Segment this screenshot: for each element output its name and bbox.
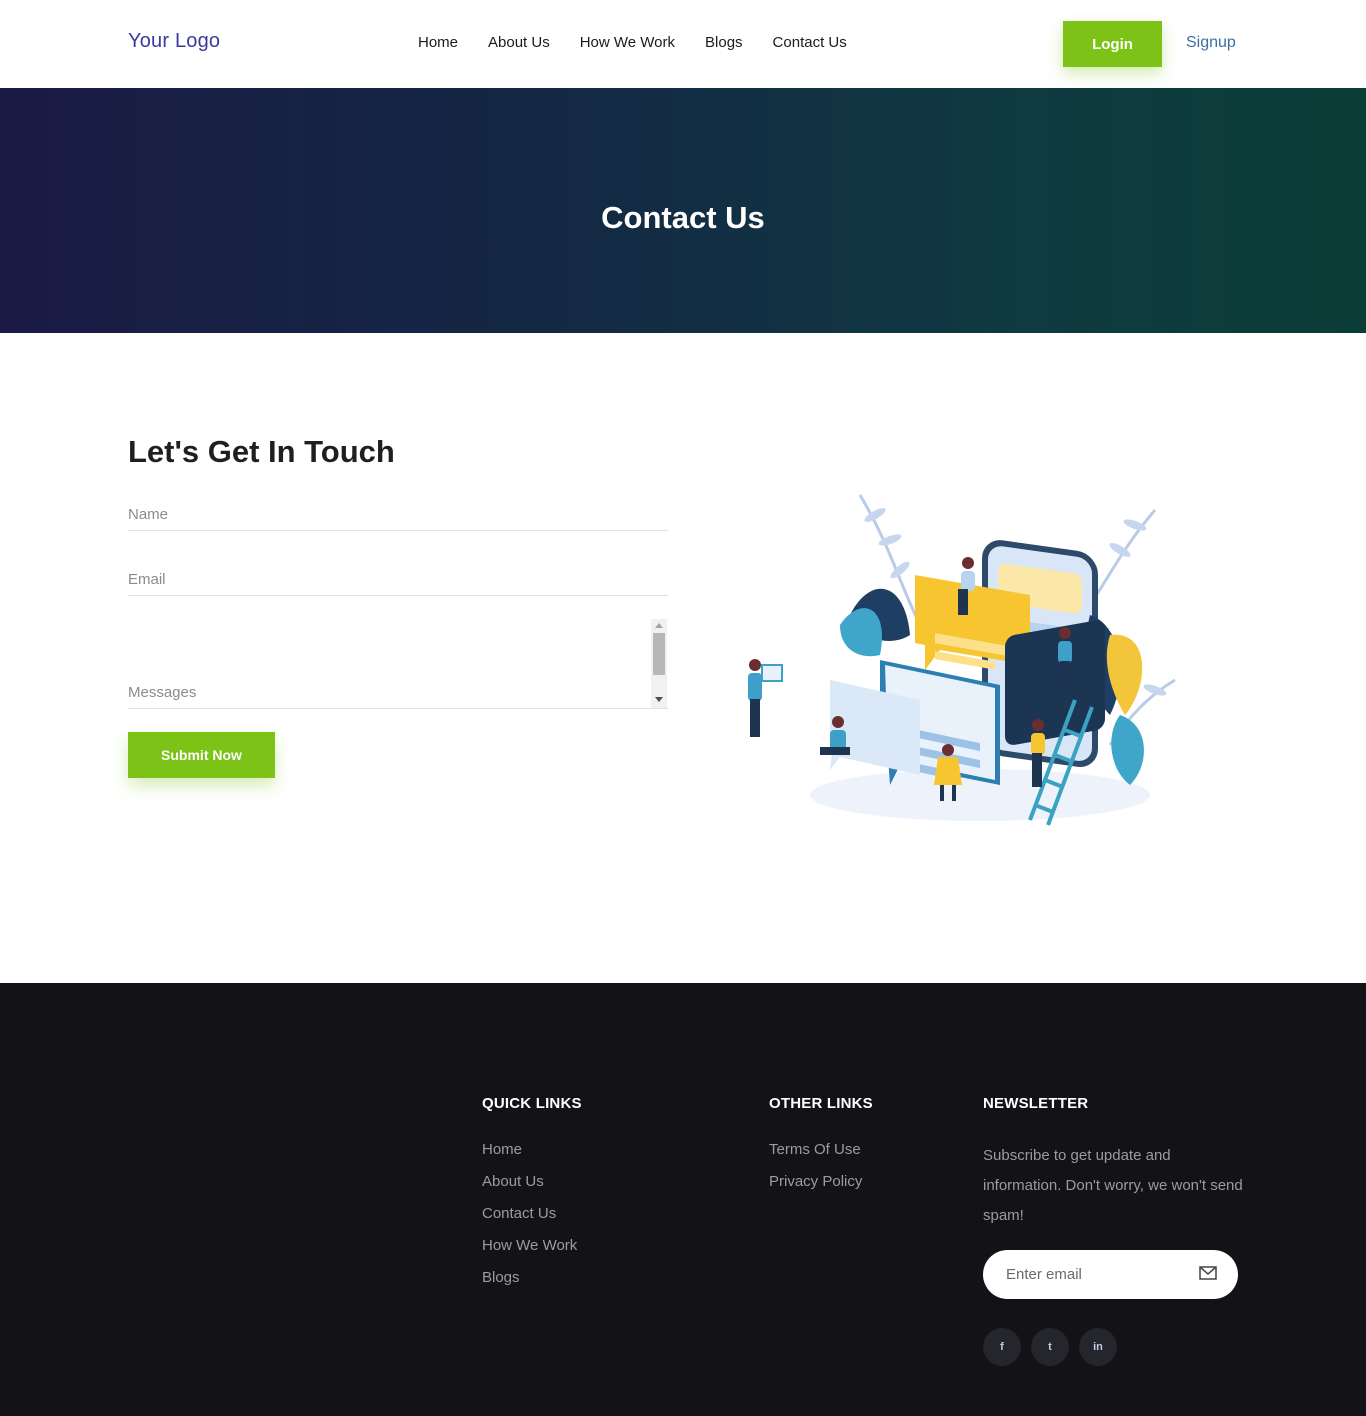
footer-link-blogs[interactable]: Blogs	[482, 1269, 520, 1286]
site-header: Your Logo Home About Us How We Work Blog…	[0, 0, 1366, 88]
site-footer: QUICK LINKS Home About Us Contact Us How…	[0, 983, 1366, 1416]
footer-link-how-we-work[interactable]: How We Work	[482, 1237, 577, 1254]
page-title: Contact Us	[601, 200, 765, 235]
message-scrollbar[interactable]	[651, 619, 667, 708]
scroll-thumb[interactable]	[653, 633, 665, 675]
twitter-icon[interactable]: t	[1031, 1328, 1069, 1366]
quick-links-heading: QUICK LINKS	[482, 1095, 582, 1112]
nav-contact-us[interactable]: Contact Us	[773, 34, 847, 51]
newsletter-heading: NEWSLETTER	[983, 1095, 1089, 1112]
footer-link-privacy[interactable]: Privacy Policy	[769, 1173, 862, 1190]
main-nav: Home About Us How We Work Blogs Contact …	[418, 34, 847, 51]
nav-how-we-work[interactable]: How We Work	[580, 34, 675, 51]
newsletter-text: Subscribe to get update and information.…	[983, 1147, 1243, 1224]
other-links-heading: OTHER LINKS	[769, 1095, 873, 1112]
site-logo[interactable]: Your Logo	[128, 30, 220, 53]
facebook-icon[interactable]: f	[983, 1328, 1021, 1366]
message-field[interactable]	[128, 618, 668, 709]
nav-about-us[interactable]: About Us	[488, 34, 550, 51]
scroll-down-icon[interactable]	[655, 697, 663, 702]
newsletter-form	[983, 1250, 1238, 1299]
footer-link-terms[interactable]: Terms Of Use	[769, 1141, 861, 1158]
nav-blogs[interactable]: Blogs	[705, 34, 743, 51]
footer-link-contact-us[interactable]: Contact Us	[482, 1205, 556, 1222]
contact-heading: Let's Get In Touch	[128, 434, 395, 469]
submit-button[interactable]: Submit Now	[128, 732, 275, 778]
scroll-up-icon[interactable]	[655, 623, 663, 628]
newsletter-email-input[interactable]	[1004, 1262, 1184, 1286]
mail-icon[interactable]	[1199, 1266, 1217, 1280]
name-field[interactable]	[128, 498, 668, 531]
page-banner: Contact Us	[0, 88, 1366, 333]
nav-home[interactable]: Home	[418, 34, 458, 51]
footer-link-home[interactable]: Home	[482, 1141, 522, 1158]
contact-illustration	[748, 494, 1176, 826]
signup-link[interactable]: Signup	[1186, 34, 1236, 52]
login-button[interactable]: Login	[1063, 21, 1162, 67]
email-field[interactable]	[128, 563, 668, 596]
footer-link-about-us[interactable]: About Us	[482, 1173, 544, 1190]
linkedin-icon[interactable]: in	[1079, 1328, 1117, 1366]
